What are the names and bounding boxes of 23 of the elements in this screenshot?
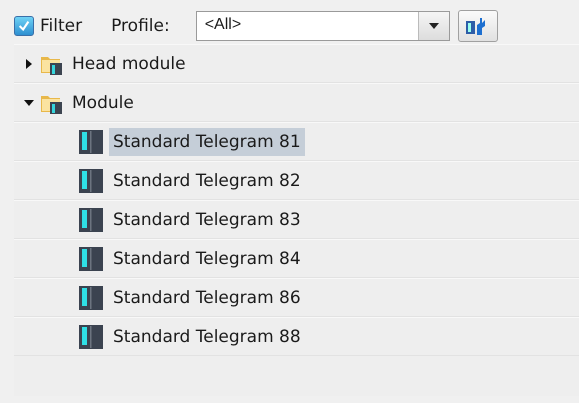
dropdown-arrow-icon <box>428 23 439 29</box>
tree-item[interactable]: Standard Telegram 83 <box>109 206 305 234</box>
profile-dropdown[interactable]: <All> <box>196 11 450 41</box>
module-icon <box>77 284 105 312</box>
module-wrench-icon <box>464 15 487 37</box>
tree-item[interactable]: Standard Telegram 84 <box>109 244 305 272</box>
collapse-arrow-icon[interactable] <box>22 98 36 108</box>
tree-item[interactable]: Standard Telegram 82 <box>109 166 305 194</box>
module-settings-button[interactable] <box>458 10 498 42</box>
module-icon <box>77 244 105 272</box>
module-icon <box>77 322 105 350</box>
tree-item[interactable]: Module <box>68 88 138 116</box>
tree-item[interactable]: Head module <box>68 50 190 78</box>
checkmark-icon <box>17 19 31 33</box>
tree-item[interactable]: Standard Telegram 86 <box>109 284 305 312</box>
profile-label: Profile: <box>111 16 170 36</box>
module-icon <box>77 206 105 234</box>
filter-label: Filter <box>40 16 82 36</box>
module-icon <box>77 166 105 194</box>
filter-checkbox[interactable] <box>14 16 34 36</box>
tree-item[interactable]: Standard Telegram 81 <box>109 128 305 156</box>
module-icon <box>77 128 105 156</box>
tree-item[interactable]: Standard Telegram 88 <box>109 322 305 350</box>
